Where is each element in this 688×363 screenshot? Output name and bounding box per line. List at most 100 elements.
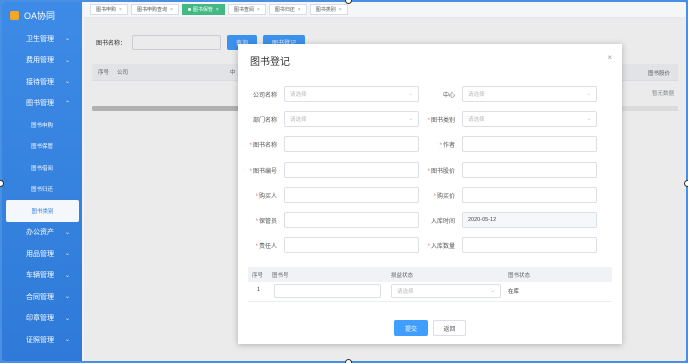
chevron-down-icon: ⌄	[64, 294, 70, 301]
book-name-input[interactable]	[284, 136, 419, 152]
buy-price-input[interactable]	[462, 187, 597, 203]
close-icon[interactable]: ×	[170, 7, 173, 13]
sidebar-item-seals[interactable]: 印章管理 ⌄	[2, 308, 82, 330]
close-icon[interactable]: ×	[119, 7, 122, 13]
in-qty-input[interactable]	[462, 237, 597, 253]
tab-book-custody[interactable]: 图书保管 ×	[181, 4, 225, 15]
sidebar-item-licenses[interactable]: 证照管理 ⌄	[2, 329, 82, 351]
chevron-down-icon: ⌄	[64, 79, 70, 86]
active-dot-icon	[187, 8, 191, 11]
book-items-table: 序号 图书号 损益状态 图书状态 1 请选择 ⌄ 在库	[248, 267, 612, 302]
category-select[interactable]: 请选择 ⌄	[462, 111, 597, 127]
sidebar-item-supplies[interactable]: 用品管理 ⌄	[2, 243, 82, 265]
sidebar-item-label: 图书管理	[26, 100, 54, 108]
book-number-input[interactable]	[284, 162, 419, 178]
sidebar-item-label: 卫生管理	[26, 35, 54, 43]
close-icon[interactable]: ×	[216, 7, 219, 13]
col-book-number: 图书号	[272, 272, 289, 279]
field-buyer: *购买人	[242, 187, 419, 203]
chevron-down-icon: ⌄	[64, 229, 70, 236]
dialog-title: 图书登记	[250, 57, 290, 68]
field-buy-price: *购买价	[420, 187, 597, 203]
field-label: 中心	[442, 92, 455, 99]
field-label: *图书编号	[249, 168, 277, 175]
field-label: *图书类别	[427, 117, 455, 124]
author-input[interactable]	[462, 136, 597, 152]
sidebar-sub-book-borrow[interactable]: 图书借阅	[2, 157, 82, 179]
chevron-down-icon: ⌄	[408, 116, 413, 122]
field-center: 中心 请选择 ⌄	[420, 86, 597, 102]
sidebar-item-books[interactable]: 图书管理 ⌃	[2, 93, 82, 115]
damage-status-select[interactable]: 请选择 ⌄	[391, 284, 501, 298]
chevron-down-icon: ⌄	[490, 288, 495, 294]
sidebar-item-vehicles[interactable]: 车辆管理 ⌄	[2, 265, 82, 287]
sidebar-sub-book-purchase[interactable]: 图书申购	[2, 114, 82, 136]
app-title: OA协同	[24, 10, 56, 21]
company-select[interactable]: 请选择 ⌄	[284, 86, 419, 102]
sidebar-item-contracts[interactable]: 合同管理 ⌄	[2, 286, 82, 308]
buyer-input[interactable]	[284, 187, 419, 203]
field-name: *图书名称	[242, 136, 419, 152]
close-icon[interactable]: ×	[298, 7, 301, 13]
chevron-down-icon: ⌄	[586, 116, 591, 122]
close-icon[interactable]: ×	[607, 53, 612, 62]
sidebar-item-expense[interactable]: 费用管理 ⌄	[2, 50, 82, 72]
tab-label: 图书类别	[315, 7, 336, 13]
sidebar-item-reception[interactable]: 接待管理 ⌄	[2, 71, 82, 93]
in-date-input[interactable]: 2020-05-12	[462, 212, 597, 228]
sidebar-sub-book-return[interactable]: 图书归还	[2, 179, 82, 201]
chevron-down-icon: ⌄	[64, 36, 70, 43]
resize-handle-right[interactable]	[684, 180, 688, 187]
tab-book-lookup[interactable]: 图书查阅 ×	[227, 4, 266, 15]
sidebar-item-label: 费用管理	[26, 57, 54, 65]
tab-label: 图书申购查询	[136, 7, 167, 13]
sidebar-item-label: 印章管理	[26, 315, 54, 323]
book-price-input[interactable]	[462, 162, 597, 178]
sidebar-item-label: 证照管理	[26, 336, 54, 344]
app-frame: OA协同 卫生管理 ⌄ 费用管理 ⌄ 接待管理 ⌄ 图书管理 ⌃ 图书申购 图书保管 图…	[2, 2, 686, 361]
back-button[interactable]: 返回	[433, 320, 466, 336]
col-no: 序号	[252, 272, 264, 279]
tab-book-return[interactable]: 图书归还 ×	[268, 4, 307, 15]
chevron-down-icon: ⌄	[64, 272, 70, 279]
field-label: *作者	[439, 142, 455, 149]
sidebar-sub-book-category[interactable]: 图书类别	[6, 200, 79, 222]
tab-label: 图书申购	[96, 7, 117, 13]
tab-label: 图书保管	[192, 7, 213, 13]
resize-handle-bottom[interactable]	[345, 359, 352, 363]
chevron-down-icon: ⌄	[64, 315, 70, 322]
field-company: 公司名称 请选择 ⌄	[242, 86, 419, 102]
sidebar-item-assets[interactable]: 办公资产 ⌄	[2, 222, 82, 244]
sidebar-item-label: 车辆管理	[26, 272, 54, 280]
center-select[interactable]: 请选择 ⌄	[462, 86, 597, 102]
close-icon[interactable]: ×	[339, 7, 342, 13]
field-label: *入库数量	[427, 243, 455, 250]
sidebar-sub-book-custody[interactable]: 图书保管	[2, 136, 82, 158]
keeper-input[interactable]	[284, 212, 419, 228]
book-status-value: 在库	[508, 289, 520, 295]
field-label: 入库时间	[430, 218, 455, 225]
dialog-footer: 提交 返回	[394, 320, 466, 336]
field-price: *图书股价	[420, 162, 597, 178]
dept-select[interactable]: 请选择 ⌄	[284, 111, 419, 127]
owner-input[interactable]	[284, 237, 419, 253]
row-no: 1	[257, 287, 261, 293]
field-number: *图书编号	[242, 162, 419, 178]
tab-book-purchase[interactable]: 图书申购 ×	[90, 4, 128, 15]
submit-button[interactable]: 提交	[394, 320, 428, 336]
sidebar-item-label: 合同管理	[26, 293, 54, 301]
field-dept: 部门名称 请选择 ⌄	[242, 111, 419, 127]
col-damage-status: 损益状态	[391, 272, 414, 279]
close-icon[interactable]: ×	[257, 7, 260, 13]
sidebar-item-label: 办公资产	[26, 229, 54, 237]
field-label: 公司名称	[252, 92, 277, 99]
tab-book-category[interactable]: 图书类别 ×	[309, 4, 348, 15]
field-label: *购买人	[255, 193, 277, 200]
book-number-row-input[interactable]	[274, 284, 381, 298]
field-in-date: 入库时间 2020-05-12	[420, 212, 597, 228]
tab-label: 图书归还	[274, 7, 295, 13]
tab-book-purchase-query[interactable]: 图书申购查询 ×	[130, 4, 179, 15]
col-book-status: 图书状态	[508, 272, 531, 279]
field-label: *保管员	[255, 218, 277, 225]
sidebar-item-hygiene[interactable]: 卫生管理 ⌄	[2, 28, 82, 50]
